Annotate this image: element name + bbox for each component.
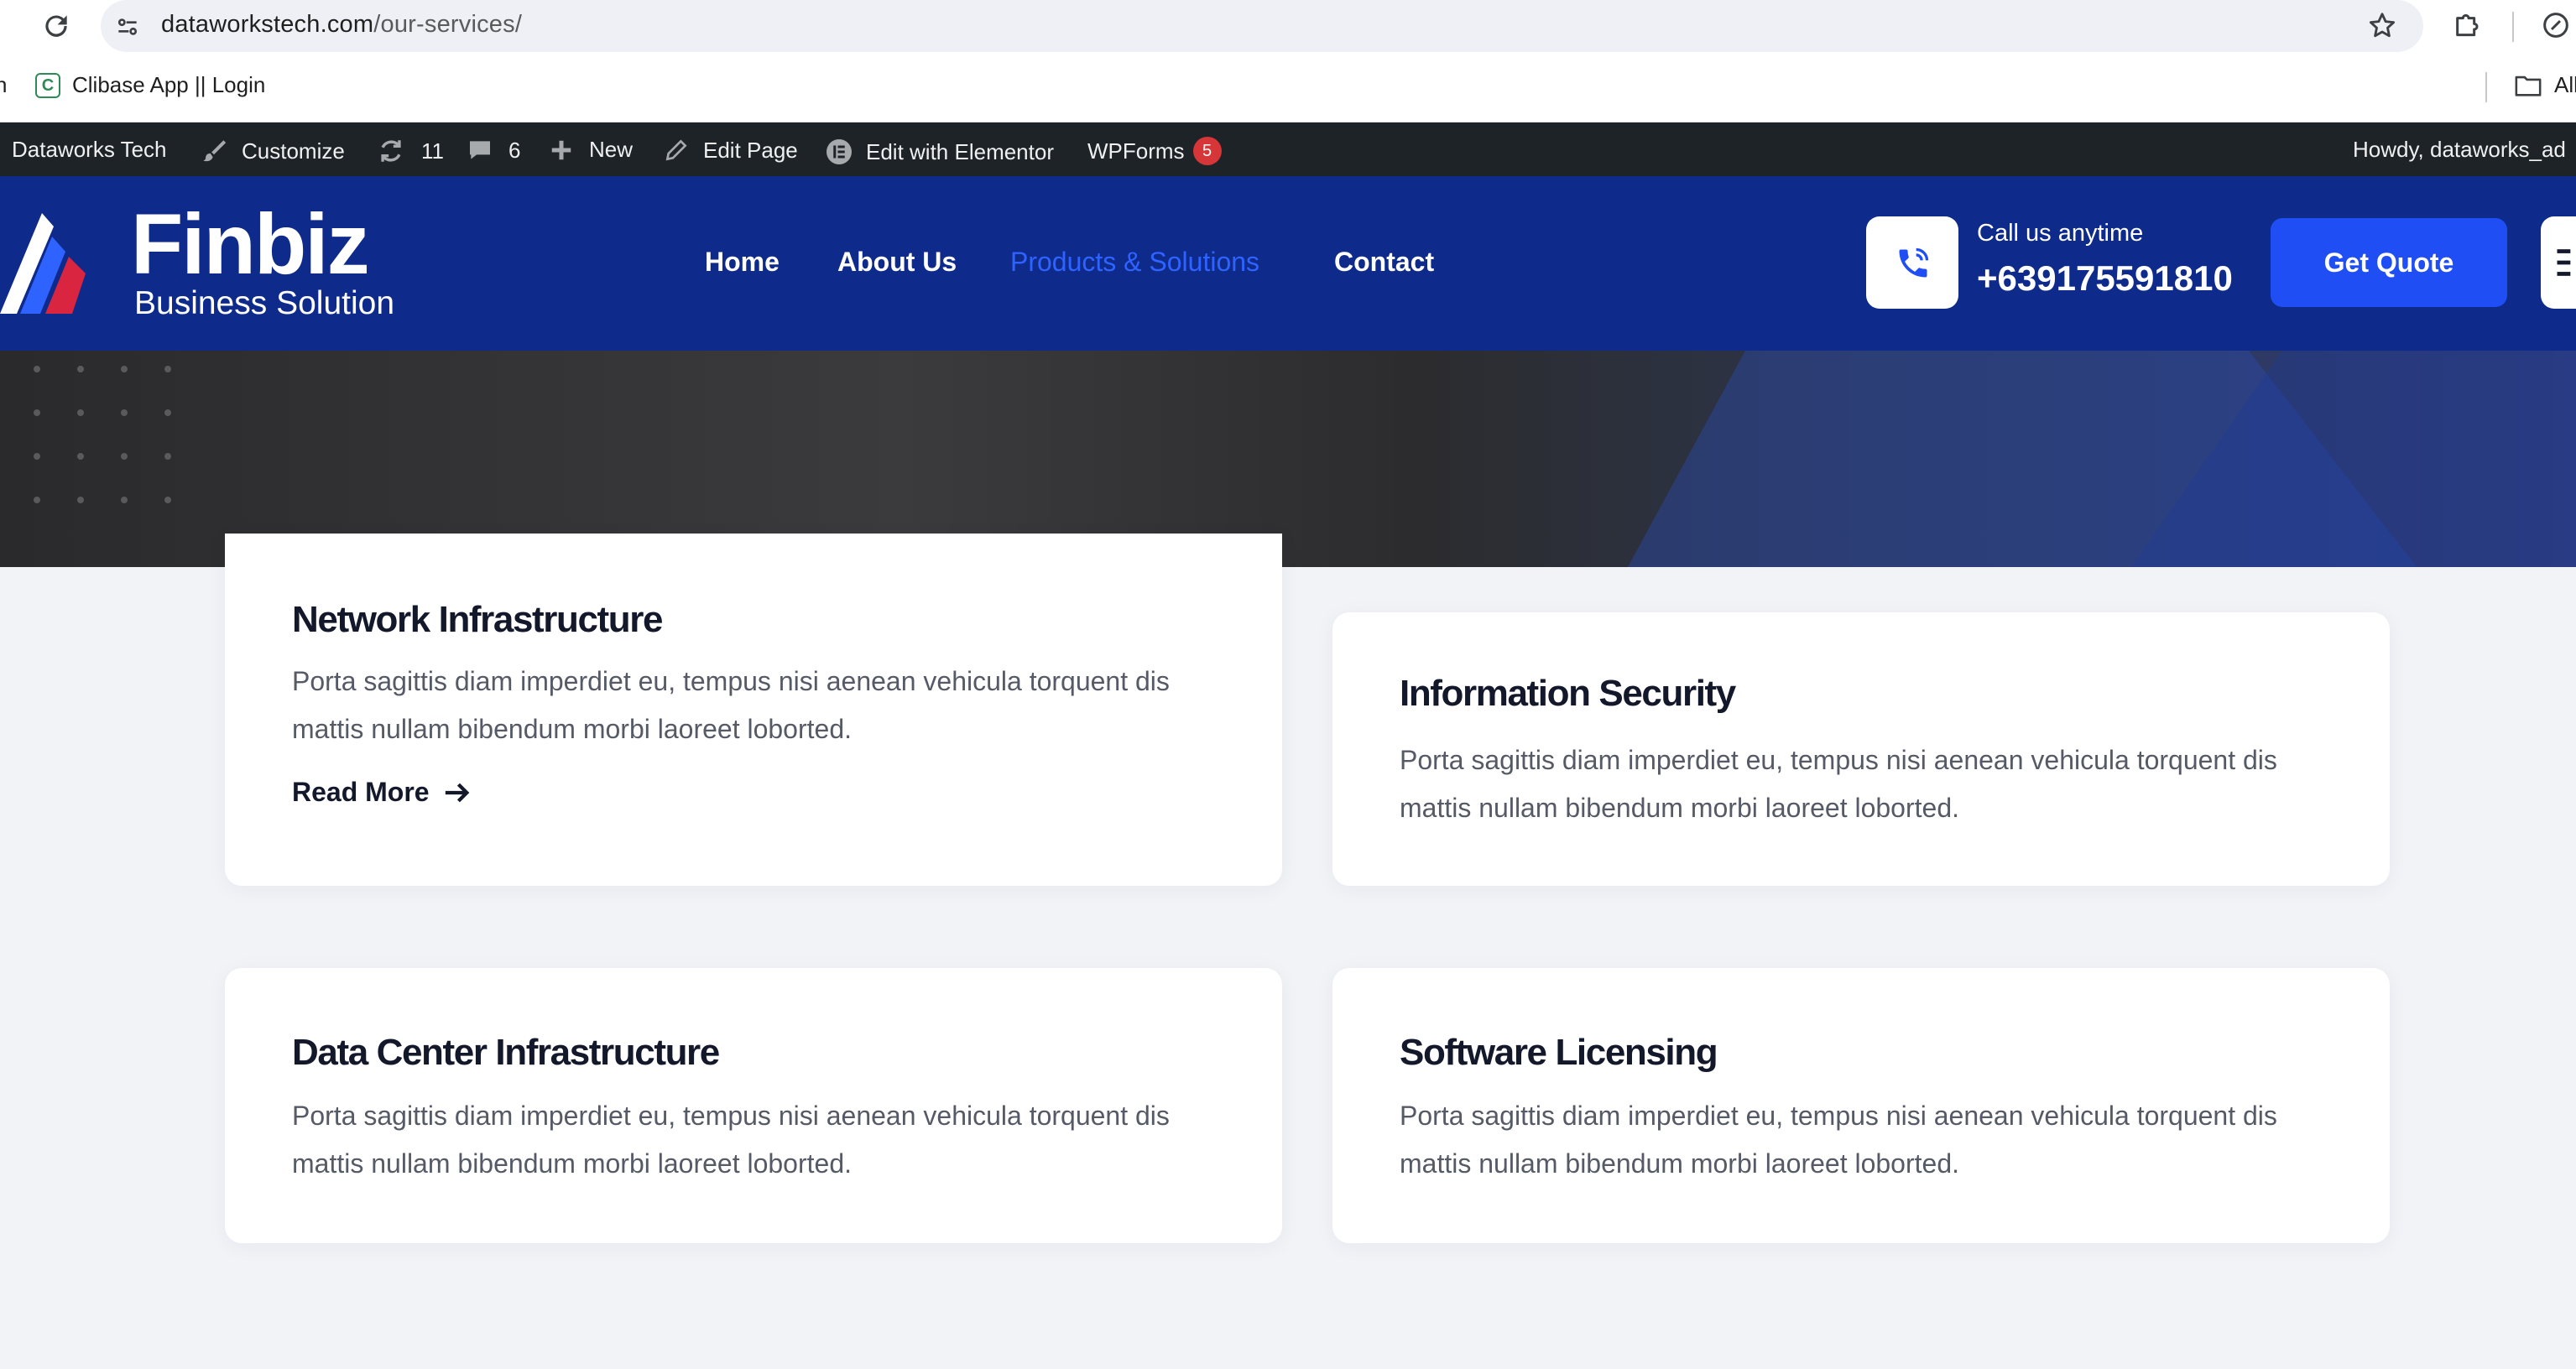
nav-contact[interactable]: Contact bbox=[1334, 247, 1434, 278]
all-bookmarks-button[interactable]: All bbox=[2514, 72, 2576, 98]
service-card-data-center: Data Center Infrastructure Porta sagitti… bbox=[225, 968, 1282, 1243]
wpforms-badge: 5 bbox=[1192, 137, 1222, 165]
site-header: Finbiz Business Solution Home About Us P… bbox=[0, 176, 2576, 351]
read-more-label: Read More bbox=[292, 777, 430, 807]
edit-page-label: Edit Page bbox=[703, 137, 798, 163]
url-text: dataworkstech.com/our-services/ bbox=[161, 11, 522, 39]
card-title: Data Center Infrastructure bbox=[292, 1032, 720, 1073]
card-title: Software Licensing bbox=[1400, 1032, 1718, 1073]
wpforms-label: WPForms bbox=[1087, 138, 1185, 164]
dot-pattern bbox=[34, 366, 171, 503]
get-quote-button[interactable]: Get Quote bbox=[2271, 218, 2507, 307]
hero-overlay-shape bbox=[1628, 351, 2576, 567]
phone-number[interactable]: +639175591810 bbox=[1977, 258, 2233, 299]
admin-site-name[interactable]: Dataworks Tech bbox=[12, 137, 167, 163]
elementor-icon bbox=[827, 139, 852, 164]
plus-icon bbox=[551, 140, 571, 159]
comments-count: 6 bbox=[508, 137, 521, 163]
browser-toolbar: ‹ dataworkstech.com/our-services/ bbox=[0, 0, 2576, 54]
card-text: Porta sagittis diam imperdiet eu, tempus… bbox=[1400, 1101, 2277, 1179]
admin-edit-elementor[interactable]: Edit with Elementor bbox=[824, 137, 1054, 167]
bookmark-clibase[interactable]: C Clibase App || Login bbox=[35, 72, 265, 98]
nav-about-us[interactable]: About Us bbox=[837, 247, 957, 278]
offcanvas-menu-button[interactable] bbox=[2541, 216, 2576, 309]
service-card-software-licensing: Software Licensing Porta sagittis diam i… bbox=[1332, 968, 2390, 1243]
site-settings-icon[interactable] bbox=[114, 13, 141, 40]
admin-updates[interactable]: 11 bbox=[376, 137, 444, 165]
back-arrow-icon[interactable]: ‹ bbox=[0, 12, 8, 40]
logo-mark-icon bbox=[0, 213, 86, 314]
phone-icon-box[interactable] bbox=[1866, 216, 1958, 309]
card-text: Porta sagittis diam imperdiet eu, tempus… bbox=[292, 666, 1170, 744]
reload-icon[interactable] bbox=[40, 10, 72, 42]
site-logo[interactable]: Finbiz Business Solution bbox=[0, 201, 420, 327]
new-label: New bbox=[589, 137, 634, 162]
bookmark-favicon-icon: C bbox=[35, 72, 60, 98]
toolbar-divider bbox=[2485, 72, 2487, 102]
bookmark-star-icon[interactable] bbox=[2366, 10, 2398, 42]
comment-icon bbox=[470, 141, 490, 159]
refresh-icon bbox=[381, 140, 401, 162]
logo-title: Finbiz bbox=[131, 196, 370, 292]
extensions-icon[interactable] bbox=[2452, 8, 2485, 42]
bookmark-partial-label[interactable]: n bbox=[0, 72, 7, 98]
customize-label: Customize bbox=[242, 138, 345, 164]
brush-icon bbox=[203, 140, 227, 162]
all-bookmarks-label: All bbox=[2554, 72, 2576, 97]
pencil-icon bbox=[665, 139, 687, 161]
nav-products-solutions[interactable]: Products & Solutions bbox=[1010, 247, 1259, 278]
toolbar-divider bbox=[2512, 12, 2514, 42]
menu-icon bbox=[2557, 249, 2571, 276]
read-more-link[interactable]: Read More bbox=[292, 777, 472, 808]
performance-icon[interactable] bbox=[2539, 8, 2573, 42]
address-bar[interactable]: dataworkstech.com/our-services/ bbox=[101, 0, 2423, 52]
admin-howdy[interactable]: Howdy, dataworks_ad bbox=[2353, 137, 2566, 163]
card-text: Porta sagittis diam imperdiet eu, tempus… bbox=[1400, 745, 2277, 823]
card-text: Porta sagittis diam imperdiet eu, tempus… bbox=[292, 1101, 1170, 1179]
card-title: Network Infrastructure bbox=[292, 599, 663, 640]
admin-customize[interactable]: Customize bbox=[200, 137, 345, 165]
logo-subtitle: Business Solution bbox=[134, 285, 395, 321]
url-domain: dataworkstech.com bbox=[161, 11, 374, 38]
card-title: Information Security bbox=[1400, 673, 1736, 714]
admin-edit-page[interactable]: Edit Page bbox=[663, 137, 798, 164]
admin-new[interactable]: New bbox=[549, 137, 633, 163]
call-label: Call us anytime bbox=[1977, 220, 2144, 247]
bookmark-label: Clibase App || Login bbox=[72, 72, 266, 97]
edit-elementor-label: Edit with Elementor bbox=[866, 138, 1054, 164]
url-path: /our-services/ bbox=[373, 11, 523, 38]
nav-home[interactable]: Home bbox=[705, 247, 780, 278]
phone-call-icon bbox=[1899, 247, 1929, 278]
folder-icon bbox=[2515, 75, 2542, 96]
updates-count: 11 bbox=[421, 138, 444, 164]
admin-wpforms[interactable]: WPForms 5 bbox=[1087, 137, 1222, 165]
bookmarks-bar: n C Clibase App || Login All bbox=[0, 54, 2576, 122]
service-card-information-security: Information Security Porta sagittis diam… bbox=[1332, 612, 2390, 886]
service-card-network: Network Infrastructure Porta sagittis di… bbox=[225, 534, 1282, 886]
wp-admin-bar: Dataworks Tech Customize 11 6 New Edit P… bbox=[0, 122, 2576, 176]
admin-comments[interactable]: 6 bbox=[467, 137, 520, 164]
arrow-right-icon bbox=[445, 783, 469, 802]
